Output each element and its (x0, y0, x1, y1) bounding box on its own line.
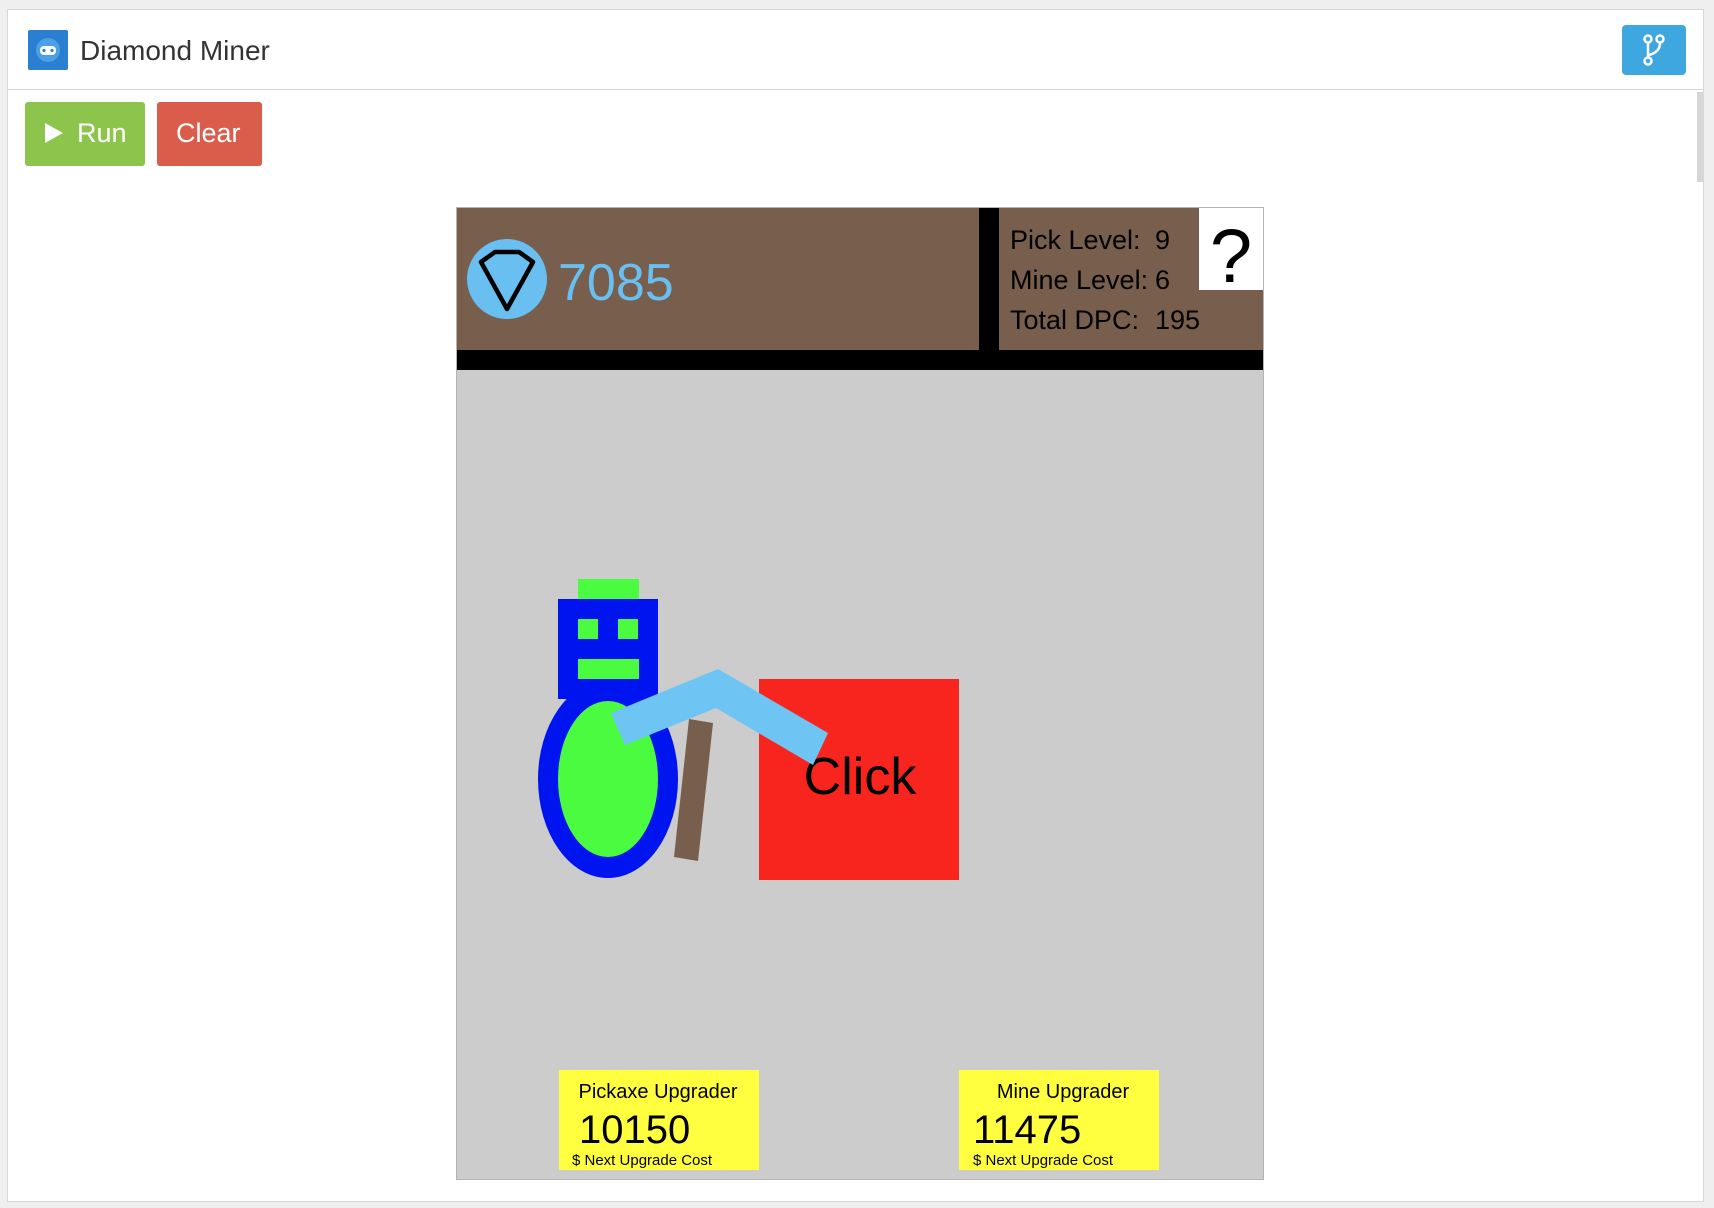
pickaxe-upgrader-title: Pickaxe Upgrader (579, 1081, 738, 1103)
pickaxe-upgrader-button[interactable]: Pickaxe Upgrader 10150 $ Next Upgrade Co… (559, 1070, 759, 1170)
scrollbar[interactable] (1697, 92, 1703, 182)
hud-divider (457, 350, 1263, 370)
game-svg[interactable]: 7085 Pick Level: 9 Mine Level: 6 Total D… (457, 208, 1263, 1179)
pick-level-label: Pick Level: (1010, 225, 1141, 255)
app-title: Diamond Miner (80, 35, 270, 66)
help-button[interactable]: ? (1199, 208, 1263, 299)
hud-separator (979, 208, 999, 350)
robot-left-eye (578, 619, 598, 639)
pick-level-value: 9 (1155, 225, 1170, 255)
fork-button[interactable] (1622, 25, 1686, 75)
app-header: Diamond Miner (8, 10, 1703, 90)
robot-head (558, 599, 658, 699)
gamepad-icon (28, 30, 68, 70)
mine-upgrader-button[interactable]: Mine Upgrader 11475 $ Next Upgrade Cost (959, 1070, 1159, 1170)
diamond-icon (467, 239, 547, 319)
robot-mouth (578, 659, 639, 679)
fork-icon (1643, 34, 1665, 66)
robot-right-eye (618, 619, 638, 639)
click-block[interactable]: Click (759, 679, 959, 880)
diamond-count: 7085 (558, 254, 674, 312)
pickaxe-upgrader-cost: 10150 (579, 1108, 690, 1152)
mine-upgrader-title: Mine Upgrader (997, 1081, 1130, 1103)
click-label: Click (804, 748, 918, 806)
app-window: Diamond Miner Run Clear 7085 Pick Level:… (7, 9, 1704, 1202)
run-label: Run (77, 118, 127, 148)
pickaxe-upgrader-caption: $ Next Upgrade Cost (572, 1152, 713, 1169)
help-label: ? (1210, 214, 1252, 299)
clear-button[interactable]: Clear (157, 102, 262, 166)
run-button[interactable]: Run (25, 102, 145, 166)
robot-antenna (578, 579, 639, 601)
mine-upgrader-caption: $ Next Upgrade Cost (973, 1152, 1114, 1169)
play-icon (45, 123, 63, 143)
total-dpc-label: Total DPC: (1010, 305, 1139, 335)
mine-level-label: Mine Level: (1010, 265, 1148, 295)
mine-level-value: 6 (1155, 265, 1170, 295)
game-canvas[interactable]: 7085 Pick Level: 9 Mine Level: 6 Total D… (456, 207, 1264, 1180)
mine-upgrader-cost: 11475 (973, 1108, 1081, 1152)
clear-label: Clear (176, 118, 241, 148)
total-dpc-value: 195 (1155, 305, 1200, 335)
